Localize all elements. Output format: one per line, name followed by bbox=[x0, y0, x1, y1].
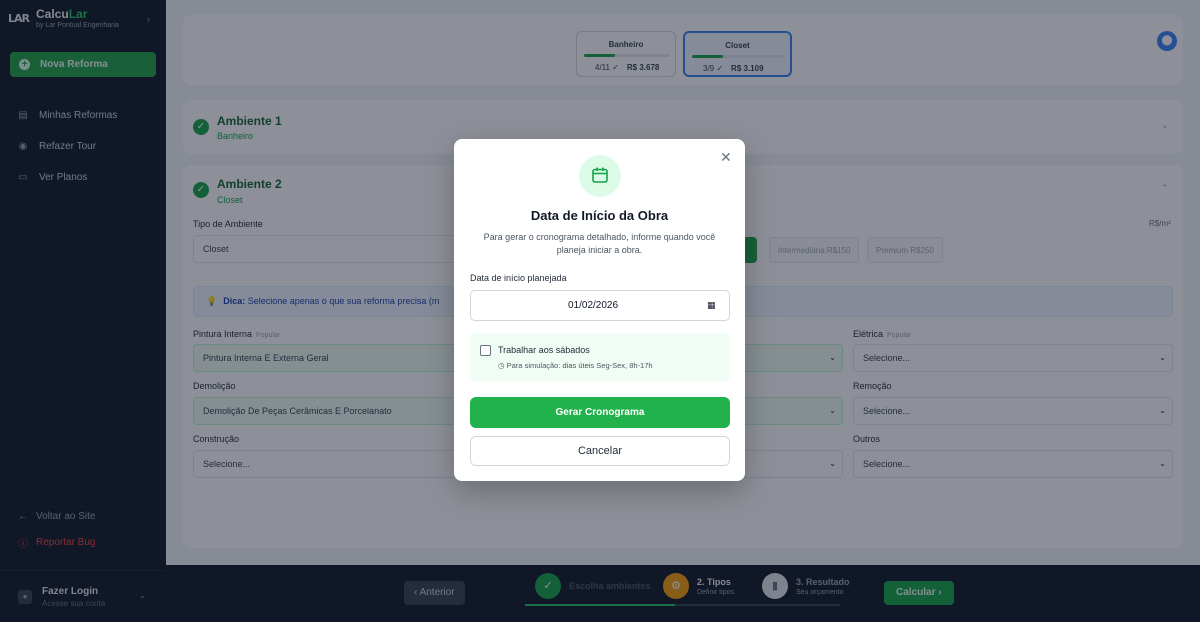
saturday-option: Trabalhar aos sábados ◷ Para simulação: … bbox=[470, 333, 730, 381]
saturday-checkbox[interactable] bbox=[480, 345, 491, 356]
saturday-label[interactable]: Trabalhar aos sábados bbox=[498, 345, 590, 355]
cancel-button[interactable]: Cancelar bbox=[470, 436, 730, 466]
clock-icon: ◷ bbox=[498, 361, 507, 370]
calendar-icon bbox=[579, 155, 621, 197]
modal-description: Para gerar o cronograma detalhado, infor… bbox=[483, 232, 716, 255]
close-icon[interactable]: ✕ bbox=[720, 149, 732, 166]
generate-schedule-button[interactable]: Gerar Cronograma bbox=[470, 397, 730, 428]
date-label: Data de início planejada bbox=[470, 273, 567, 283]
start-date-modal: ✕ Data de Início da Obra Para gerar o cr… bbox=[454, 139, 745, 481]
saturday-note: ◷ Para simulação: dias úteis Seg-Sex, 8h… bbox=[498, 361, 653, 370]
calendar-picker-icon[interactable]: ▦ bbox=[707, 300, 716, 311]
start-date-input[interactable]: 01/02/2026 ▦ bbox=[470, 290, 730, 321]
modal-title: Data de Início da Obra bbox=[530, 208, 669, 223]
